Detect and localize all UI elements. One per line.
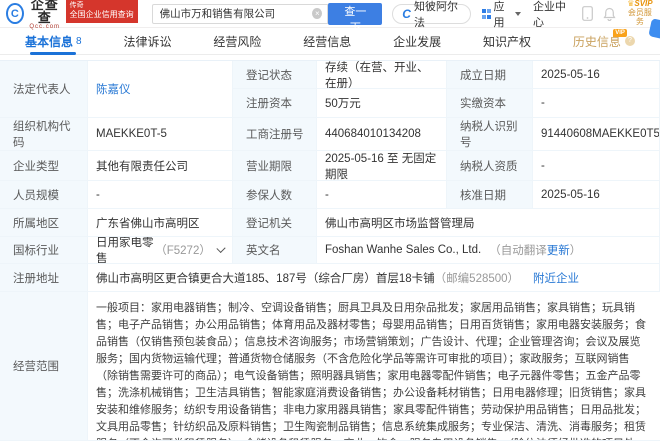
tab-legal-litigation[interactable]: 法律诉讼 bbox=[123, 28, 171, 55]
authority-label: 登记机关 bbox=[233, 209, 317, 237]
staff-size-value: - bbox=[88, 181, 233, 209]
tax-id-label: 纳税人识别号 bbox=[447, 118, 533, 151]
paid-capital-value: - bbox=[533, 89, 660, 118]
brand-name: 企查查 bbox=[30, 0, 59, 25]
address-postcode: （邮编528500） bbox=[434, 272, 520, 285]
est-date-label: 成立日期 bbox=[447, 61, 533, 89]
insured-value: - bbox=[317, 181, 447, 209]
industry-code: （F5272） bbox=[155, 245, 211, 257]
reg-status-label: 登记状态 bbox=[233, 61, 317, 89]
nearby-companies-link[interactable]: 附近企业 bbox=[533, 270, 579, 286]
qcc-logo[interactable]: C 企查查 Qcc.com 传奇 全国企业信用查询 bbox=[6, 0, 152, 30]
reg-status-value: 存续（在营、开业、在册） bbox=[317, 61, 447, 89]
english-name-label: 英文名 bbox=[233, 237, 317, 264]
legal-rep-link[interactable]: 陈嘉仪 bbox=[96, 81, 131, 97]
org-code-label: 组织机构代码 bbox=[0, 118, 88, 151]
tax-qual-label: 纳税人资质 bbox=[447, 151, 533, 181]
company-type-label: 企业类型 bbox=[0, 151, 88, 181]
qcc-logo-icon: C bbox=[6, 3, 24, 24]
address-cell: 佛山市高明区更合镇更合大道185、187号（综合厂房）首层18卡铺 （邮编528… bbox=[88, 264, 660, 292]
authority-value: 佛山市高明区市场监督管理局 bbox=[317, 209, 660, 237]
scope-cell: 一般项目：家用电器销售；制冷、空调设备销售；厨具卫具及日用杂品批发；家居用品销售… bbox=[88, 292, 660, 441]
company-type-value: 其他有限责任公司 bbox=[88, 151, 233, 181]
tab-operation-info[interactable]: 经营信息 bbox=[303, 28, 351, 55]
tax-qual-value: - bbox=[533, 151, 660, 181]
search-button[interactable]: 查一下 bbox=[328, 2, 383, 34]
apps-menu[interactable]: 应用 bbox=[482, 0, 521, 30]
org-code-value: MAEKKE0T-5 bbox=[88, 118, 233, 151]
mobile-app-icon[interactable] bbox=[581, 6, 593, 21]
approval-date-label: 核准日期 bbox=[447, 181, 533, 209]
biz-term-value: 2025-05-16 至 无固定期限 bbox=[317, 151, 447, 181]
tab-history-info[interactable]: 历史信息 VIP ? bbox=[573, 28, 635, 55]
top-navigation: C 企查查 Qcc.com 传奇 全国企业信用查询 × 查一下 C 知彼阿尔法 … bbox=[0, 0, 660, 40]
reg-capital-label: 注册资本 bbox=[233, 89, 317, 118]
search-bar: × 查一下 bbox=[151, 2, 383, 34]
approval-date-value: 2025-05-16 bbox=[533, 181, 660, 209]
chevron-down-icon[interactable] bbox=[216, 243, 226, 254]
zhibi-alpha-button[interactable]: C 知彼阿尔法 bbox=[392, 1, 472, 29]
help-icon: ? bbox=[624, 36, 635, 46]
industry-cell: 日用家电零售 （F5272） bbox=[88, 237, 233, 264]
est-date-value: 2025-05-16 bbox=[533, 61, 660, 89]
alpha-logo-icon: C bbox=[402, 6, 411, 21]
company-basic-info-table: 法定代表人 陈嘉仪 登记状态 存续（在营、开业、在册） 成立日期 2025-05… bbox=[0, 60, 660, 441]
address-label: 注册地址 bbox=[0, 264, 88, 292]
basic-info-count: 8 bbox=[76, 35, 82, 47]
biz-reg-no-value: 440684010134208 bbox=[317, 118, 447, 151]
region-label: 所属地区 bbox=[0, 209, 88, 237]
reg-capital-value: 50万元 bbox=[317, 89, 447, 118]
address-value: 佛山市高明区更合镇更合大道185、187号（综合厂房）首层18卡铺 bbox=[96, 272, 435, 285]
biz-term-label: 营业期限 bbox=[233, 151, 317, 181]
notifications-bell-icon[interactable] bbox=[603, 7, 616, 21]
tab-basic-info[interactable]: 基本信息 8 bbox=[25, 28, 82, 55]
legal-rep-label: 法定代表人 bbox=[0, 61, 88, 118]
insured-label: 参保人数 bbox=[233, 181, 317, 209]
svip-membership-button[interactable]: ♛SVIP 会员服务 bbox=[626, 0, 654, 26]
staff-size-label: 人员规模 bbox=[0, 181, 88, 209]
english-name-value: Foshan Wanhe Sales Co., Ltd. bbox=[325, 244, 482, 256]
biz-reg-no-label: 工商注册号 bbox=[233, 118, 317, 151]
tax-id-value: 91440608MAEKKE0T5Y bbox=[533, 118, 660, 151]
vip-badge: VIP bbox=[613, 28, 627, 37]
region-value: 广东省佛山市高明区 bbox=[88, 209, 233, 237]
legal-rep-cell: 陈嘉仪 bbox=[88, 61, 233, 118]
scope-label: 经营范围 bbox=[0, 292, 88, 441]
industry-value: 日用家电零售 bbox=[96, 237, 154, 264]
translate-update-link[interactable]: 更新 bbox=[547, 242, 570, 258]
english-name-cell: Foshan Wanhe Sales Co., Ltd. （自动翻译 更新 ） bbox=[317, 237, 660, 264]
scope-value: 一般项目：家用电器销售；制冷、空调设备销售；厨具卫具及日用杂品批发；家居用品销售… bbox=[96, 302, 646, 440]
section-tabbar: 基本信息 8 法律诉讼 经营风险 经营信息 企业发展 知识产权 历史信息 VIP… bbox=[0, 28, 660, 55]
tab-operation-risk[interactable]: 经营风险 bbox=[213, 28, 261, 55]
tab-enterprise-development[interactable]: 企业发展 bbox=[393, 28, 441, 55]
chevron-down-icon bbox=[514, 11, 521, 16]
paid-capital-label: 实缴资本 bbox=[447, 89, 533, 118]
industry-label: 国标行业 bbox=[0, 237, 88, 264]
brand-slogan-badge: 传奇 全国企业信用查询 bbox=[65, 0, 138, 23]
apps-grid-icon bbox=[482, 8, 491, 19]
search-input[interactable] bbox=[151, 3, 329, 24]
tab-intellectual-property[interactable]: 知识产权 bbox=[483, 28, 531, 55]
enterprise-center-link[interactable]: 企业中心 bbox=[533, 0, 572, 30]
